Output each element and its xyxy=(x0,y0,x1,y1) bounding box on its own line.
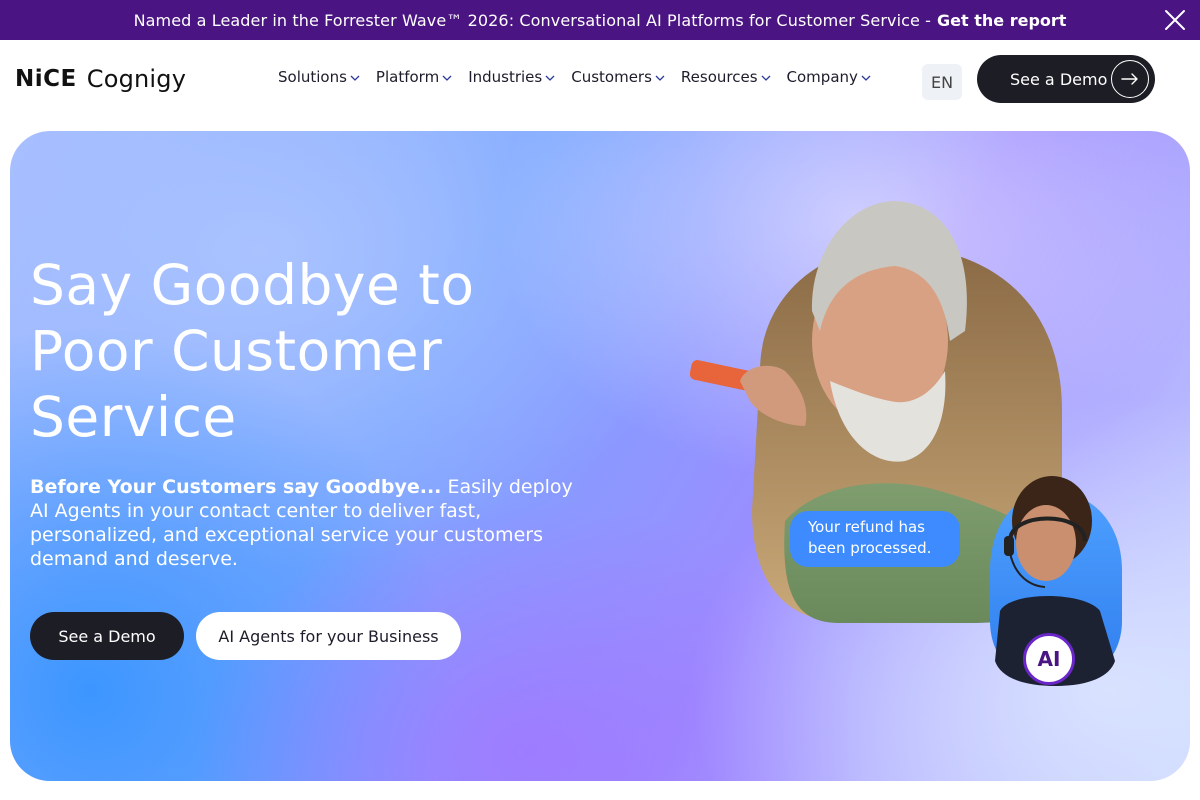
hero-see-demo-button[interactable]: See a Demo xyxy=(30,612,184,660)
chevron-down-icon xyxy=(545,75,555,81)
hero-illustration: Your refund has been processed. AI xyxy=(689,191,1140,761)
hero-photo-illustration xyxy=(689,201,1122,686)
announcement-bar: Named a Leader in the Forrester Wave™ 20… xyxy=(0,0,1200,40)
logo[interactable]: NiCE Cognigy xyxy=(15,61,186,97)
announcement-message: Named a Leader in the Forrester Wave™ 20… xyxy=(133,10,932,30)
nav-item-customers[interactable]: Customers xyxy=(571,68,665,86)
hero-cta-row: See a Demo AI Agents for your Business xyxy=(30,612,461,660)
site-header: NiCE Cognigy Solutions Platform Industri… xyxy=(0,40,1200,130)
arrow-right-icon xyxy=(1111,60,1149,98)
hero-headline: Say Goodbye to Poor Customer Service xyxy=(30,253,475,449)
nav-label: Industries xyxy=(468,68,543,86)
get-report-link[interactable]: Get the report xyxy=(937,11,1066,30)
chevron-down-icon xyxy=(350,75,360,81)
hero-subtext-strong: Before Your Customers say Goodbye... xyxy=(30,476,442,498)
nav-label: Company xyxy=(786,68,858,86)
nav-item-company[interactable]: Company xyxy=(787,68,871,86)
logo-cognigy: Cognigy xyxy=(86,65,187,93)
chat-bubble: Your refund has been processed. xyxy=(790,511,960,567)
chevron-down-icon xyxy=(861,75,871,81)
nav-label: Solutions xyxy=(278,68,347,86)
nav-label: Platform xyxy=(375,68,440,86)
hero-section: Say Goodbye to Poor Customer Service Bef… xyxy=(10,131,1190,781)
language-selector[interactable]: EN xyxy=(922,64,962,100)
demo-button-label: See a Demo xyxy=(1010,69,1108,89)
nav-item-resources[interactable]: Resources xyxy=(681,68,771,86)
chevron-down-icon xyxy=(761,75,770,81)
close-icon[interactable] xyxy=(1164,9,1186,31)
nav-item-solutions[interactable]: Solutions xyxy=(278,68,360,86)
nav-label: Customers xyxy=(571,68,652,86)
header-see-demo-button[interactable]: See a Demo xyxy=(977,55,1155,103)
ai-badge: AI xyxy=(1023,633,1075,685)
nav-label: Resources xyxy=(680,68,758,86)
logo-nice: NiCE xyxy=(15,66,77,92)
chevron-down-icon xyxy=(655,75,665,81)
ai-agents-business-button[interactable]: AI Agents for your Business xyxy=(196,612,461,660)
chevron-down-icon xyxy=(442,75,452,81)
hero-subtext: Before Your Customers say Goodbye... Eas… xyxy=(30,475,590,571)
nav-item-platform[interactable]: Platform xyxy=(376,68,452,86)
nav-item-industries[interactable]: Industries xyxy=(468,68,555,86)
main-nav: Solutions Platform Industries Customers … xyxy=(278,68,887,86)
